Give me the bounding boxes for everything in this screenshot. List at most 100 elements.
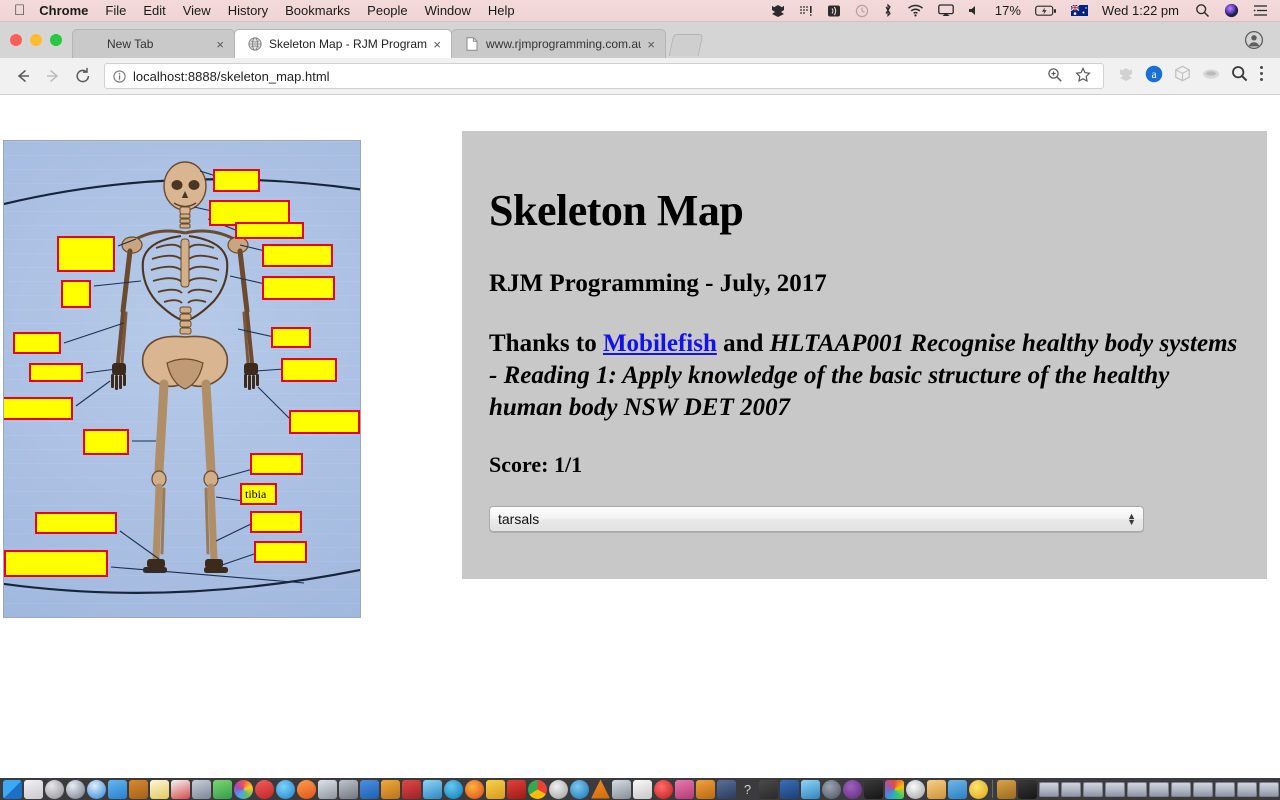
bone-label[interactable] [262,244,333,267]
dock-minimized-window[interactable] [1171,781,1191,797]
tab-close-icon[interactable]: × [647,37,655,52]
battery-icon[interactable] [1035,5,1057,17]
bone-label[interactable] [83,429,129,455]
menu-item-view[interactable]: View [183,3,211,18]
dock-icon-terminal[interactable] [717,779,736,799]
dock-minimized-window[interactable] [1039,781,1059,797]
bone-label[interactable] [262,276,335,300]
dock-minimized-window[interactable] [1237,781,1257,797]
dock-icon-textedit[interactable] [633,779,652,799]
dock-icon-mail[interactable] [108,779,127,800]
pocket-extension-icon[interactable] [1202,67,1220,86]
dock-icon-illustrator[interactable] [696,779,715,799]
bone-label[interactable] [250,511,302,533]
skeleton-map-image[interactable]: tibia [3,140,361,618]
bone-label-tibia[interactable]: tibia [240,483,277,505]
close-window-button[interactable] [10,34,22,46]
minimize-window-button[interactable] [30,34,42,46]
maximize-window-button[interactable] [50,34,62,46]
dock-icon-opera-neon[interactable] [654,779,673,799]
forward-button[interactable] [38,62,68,90]
dock-icon-reminders[interactable] [192,779,211,799]
screen-mirroring-icon[interactable] [938,4,954,17]
dock-icon-opera-developer[interactable] [906,779,925,799]
dock-icon-messages[interactable] [255,779,274,799]
dropbox-icon[interactable] [771,4,785,18]
menu-item-help[interactable]: Help [488,3,515,18]
bluetooth-icon[interactable] [883,3,893,18]
three-dot-menu-icon[interactable] [1259,65,1264,87]
bone-label[interactable] [235,222,304,239]
wifi-icon[interactable] [907,4,924,17]
dock-icon-calendar[interactable] [171,779,190,799]
dock-icon-downloads-folder[interactable] [948,779,967,799]
search-extension-icon[interactable] [1231,65,1248,87]
reload-button[interactable] [68,62,98,90]
tab-rjmprogramming[interactable]: www.rjmprogramming.com.au × [451,29,666,58]
avast-extension-icon[interactable]: a [1145,65,1163,88]
bone-label[interactable] [35,512,117,534]
dock-icon-pages[interactable] [927,779,946,799]
dock-icon-emoji-app[interactable] [969,779,988,800]
dock-minimized-window[interactable] [1259,781,1279,797]
flag-icon[interactable] [1070,5,1088,16]
dock-icon-sublime-text[interactable] [381,779,400,800]
address-bar[interactable]: localhost:8888/skeleton_map.html [104,63,1104,89]
tab-close-icon[interactable]: × [216,37,224,52]
apple-menu-icon[interactable]:  [14,3,25,18]
chevron-updown-icon[interactable]: ▲ ▼ [1127,512,1136,527]
menu-item-edit[interactable]: Edit [143,3,165,18]
bone-label[interactable] [213,169,260,192]
dock-icon-sequel-pro[interactable] [402,779,421,800]
bone-label[interactable] [281,358,337,382]
dock-icon-system-preferences[interactable] [339,779,358,799]
menu-item-history[interactable]: History [228,3,268,18]
dock-icon-blender[interactable] [780,779,799,799]
mobilefish-link[interactable]: Mobilefish [603,330,717,357]
dock-icon-contacts[interactable] [129,779,148,799]
dock-icon-iterm[interactable] [864,779,883,800]
dock-minimized-window[interactable] [1193,781,1213,797]
dock-icon-launchpad[interactable] [45,779,64,799]
bone-label[interactable] [289,410,360,434]
dropbox-extension-icon[interactable] [1118,66,1134,87]
bone-label[interactable] [4,550,108,577]
dock-icon-colorpicker[interactable] [885,779,904,799]
dock-minimized-window[interactable] [1149,781,1169,797]
dock-icon-skype[interactable] [444,779,463,799]
volume-icon[interactable] [968,4,981,17]
new-tab-button[interactable] [668,34,704,56]
dock-icon-chrome[interactable] [528,779,547,800]
dock-icon-atom[interactable] [822,779,841,799]
dock-icon-opera[interactable] [549,779,568,799]
zoom-in-icon[interactable] [1047,67,1063,86]
box-extension-icon[interactable] [1174,65,1191,87]
dock-icon-xcode[interactable] [360,779,379,800]
dock-minimized-window[interactable] [1127,781,1147,797]
profile-avatar-icon[interactable] [1244,30,1264,50]
menubar-clock[interactable]: Wed 1:22 pm [1102,3,1179,18]
tab-close-icon[interactable]: × [433,37,441,52]
dock-icon-vlc[interactable] [591,779,610,799]
dock-icon-finder[interactable] [3,779,22,800]
dock-icon-mamp[interactable] [570,779,589,799]
dock-minimized-window[interactable] [1215,781,1235,797]
dock-minimized-window[interactable] [1018,779,1037,799]
bone-label[interactable] [4,397,73,420]
menu-item-window[interactable]: Window [425,3,471,18]
airplay-audio-icon[interactable] [827,4,841,18]
bone-label[interactable] [250,453,303,475]
menu-item-chrome[interactable]: Chrome [39,3,88,18]
dock-icon-photos[interactable] [234,779,253,799]
bone-label[interactable] [271,327,311,348]
spotlight-search-icon[interactable] [1195,3,1210,18]
time-machine-icon[interactable] [855,4,869,18]
dock-icon-itunes[interactable] [297,779,316,799]
dock-minimized-window[interactable] [1061,781,1081,797]
dock-minimized-window[interactable] [1083,781,1103,797]
star-icon[interactable] [1075,66,1091,86]
bone-label[interactable] [29,363,83,382]
dock-icon-notes[interactable] [150,779,169,799]
menu-item-file[interactable]: File [105,3,126,18]
dock-icon-sketch[interactable] [486,779,505,800]
